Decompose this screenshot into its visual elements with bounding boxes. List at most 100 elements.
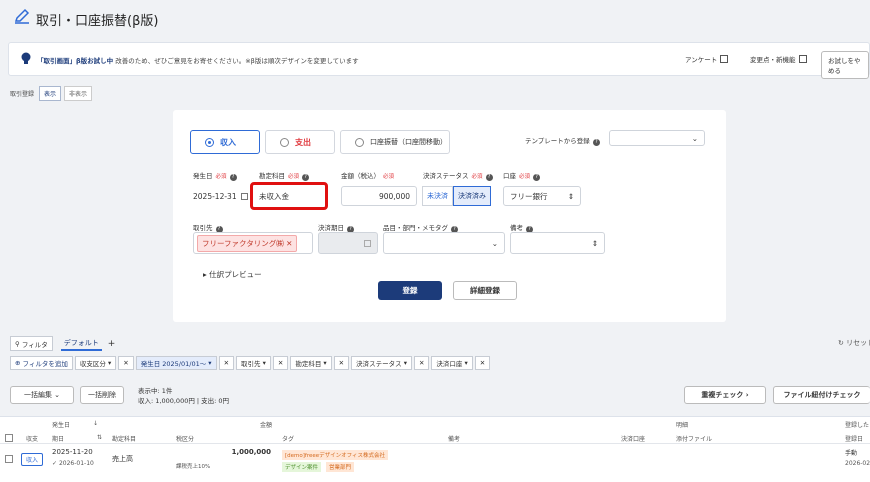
show-toggle[interactable]: 表示 [38,86,61,101]
close-icon[interactable]: ✕ [286,239,292,248]
select-all-checkbox[interactable] [5,434,13,442]
column-header: 税区分 [176,436,195,443]
duplicate-check-button[interactable]: 重複チェック › [684,386,766,404]
reset-button[interactable]: ↻ リセット [838,338,870,348]
row-checkbox[interactable] [5,455,13,463]
radio-icon [280,137,289,147]
sort-icon[interactable]: ↓ [93,420,98,427]
row-date: 2025-11-20 [52,448,93,456]
chevron-down-icon: ⌄ [491,238,498,248]
due-date-field[interactable] [318,232,378,254]
column-header: 期日 [52,436,65,443]
status-unpaid[interactable]: 未決済 [422,186,453,206]
tab-default[interactable]: デフォルト [60,337,102,351]
partner-field[interactable]: フリーファクタリング㈱ ✕ [193,232,313,254]
attachment-check-button[interactable]: ファイル紐付けチェック [773,386,870,404]
help-icon: ? [302,174,310,181]
item-select[interactable]: ⌄ [383,232,505,254]
reset-label: リセット [846,339,870,347]
external-link-icon [720,55,729,63]
filter-remove[interactable]: ✕ [118,356,134,370]
template-select[interactable]: ⌄ [609,130,705,146]
quit-trial-button[interactable]: お試しをやめる [821,51,869,79]
filter-chips: ⊕ フィルタを追加 収支区分 ▾ ✕ 発生日 2025/01/01〜 ▾ ✕ 取引先… [10,356,492,370]
column-header: 明細 [676,422,689,429]
column-header: 金額 [260,422,273,429]
table-row[interactable]: 収入 2025-11-20 ✓ 2026-01-10 売上高 1,000,000… [0,444,870,472]
tab-expense[interactable]: 支出 [265,130,335,154]
filter-chip[interactable]: 決済ステータス ▾ [351,356,412,370]
account-field[interactable]: 未収入金 [253,185,325,207]
transactions-table: 発生日 ↓ 金額 明細 登録した 収支 期日 ⇅ 勘定科目 税区分 タグ 備考 … [0,416,870,482]
filter-remove[interactable]: ✕ [413,356,430,370]
add-tab-button[interactable]: + [108,339,116,349]
note-field[interactable]: ⇕ [510,232,605,254]
row-due: ✓ 2026-01-10 [52,460,94,467]
status-label: 決済ステータス 必須? [423,170,493,181]
banner-highlight: 「取引画面」β版お試し中 [37,57,114,65]
check-icon: ✓ [52,460,58,467]
hide-toggle[interactable]: 非表示 [63,86,92,101]
item-tag: デザイン案件 [282,462,322,472]
tab-expense-label: 支出 [295,137,311,147]
partner-chip: フリーファクタリング㈱ ✕ [197,234,298,252]
help-icon: ? [229,174,237,181]
pen-icon [14,8,30,24]
filter-chip[interactable]: 勘定科目 ▾ [290,356,332,370]
filter-button[interactable]: ⚲ フィルタ [10,336,53,351]
tab-transfer[interactable]: 口座振替（口座間移動） [340,130,450,154]
filter-remove[interactable]: ✕ [333,356,350,370]
help-icon: ? [592,139,600,146]
banner-message: 「取引画面」β版お試し中 改善のため、ぜひご意見をお寄せください。※β版は順次デ… [37,55,359,65]
stepper-icon: ⇕ [591,238,598,248]
survey-link[interactable]: アンケート [685,54,729,64]
detail-submit-button[interactable]: 詳細登録 [453,281,517,300]
column-header: 添付ファイル [676,436,713,443]
top-bar: 取引・口座振替(β版) [0,0,870,30]
amount-label: 金額（税込） 必須 [341,172,395,180]
help-icon: ? [485,174,493,181]
filter-chip[interactable]: 収支区分 ▾ [74,356,117,370]
filter-remove[interactable]: ✕ [474,356,491,370]
column-header: 備考 [448,436,461,443]
sort-icon[interactable]: ⇅ [97,434,102,441]
bulk-edit-button[interactable]: 一括編集 ⌄ [10,386,74,404]
submit-button[interactable]: 登録 [378,281,442,300]
date-value: 2025-12-31 [193,191,237,201]
journal-preview-toggle[interactable]: ▸ 仕訳プレビュー [203,269,262,280]
add-filter-button[interactable]: ⊕ フィルタを追加 [10,356,73,370]
calendar-icon [364,239,371,247]
changelog-link[interactable]: 変更点・新機能 [750,54,807,64]
plus-icon: ⊕ [15,359,21,367]
bulk-delete-button[interactable]: 一括削除 [80,386,124,404]
status-paid[interactable]: 決済済み [453,186,491,206]
column-header: 収支 [26,436,39,443]
filter-remove[interactable]: ✕ [218,356,235,370]
column-header: 決済口座 [621,436,646,443]
column-header: タグ [282,436,295,443]
bank-value: フリー銀行 [510,191,548,201]
filter-chip[interactable]: 取引先 ▾ [236,356,271,370]
row-source: 手動 [845,450,858,457]
reset-icon: ↻ [838,339,844,347]
registration-form: 収入 支出 口座振替（口座間移動） テンプレートから登録? ⌄ 発生日 必須? 勘… [173,110,726,322]
filter-remove[interactable]: ✕ [272,356,289,370]
row-amount: 1,000,000 [231,448,271,456]
template-label: テンプレートから登録? [525,135,600,146]
count-text: 表示中: 1件 [138,387,173,395]
amount-field[interactable]: 900,000 [341,186,417,206]
status-segment: 未決済 決済済み [422,186,491,206]
filter-chip[interactable]: 決済口座 ▾ [431,356,473,370]
radio-icon [205,137,214,147]
bank-select[interactable]: フリー銀行 ⇕ [503,186,581,206]
row-created: 2026-02 [845,460,870,467]
filter-tabs: ⚲ フィルタ デフォルト + [10,336,115,351]
date-label: 発生日 必須? [193,170,237,181]
date-field[interactable]: 2025-12-31 [193,186,253,206]
tab-income-label: 収入 [220,137,236,147]
tab-income[interactable]: 収入 [190,130,260,154]
sum-text: 収入: 1,000,000円 | 支出: 0円 [138,397,230,405]
filter-chip[interactable]: 発生日 2025/01/01〜 ▾ [135,356,217,370]
chevron-down-icon: ⌄ [691,133,698,143]
lightbulb-icon [21,52,31,64]
